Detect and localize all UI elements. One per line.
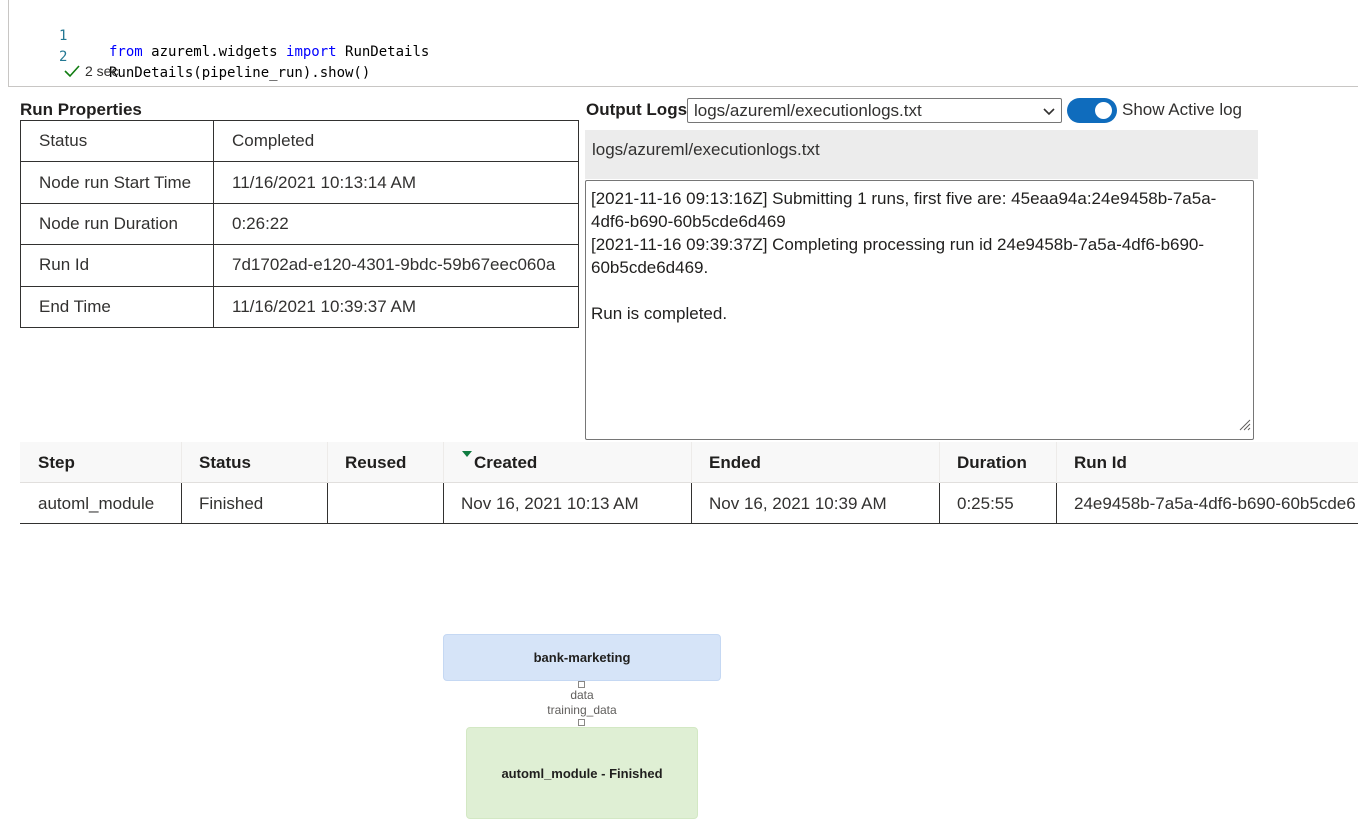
table-row: End Time 11/16/2021 10:39:37 AM (20, 285, 579, 328)
log-file-select-value: logs/azureml/executionlogs.txt (694, 100, 922, 120)
table-row[interactable]: automl_module Finished Nov 16, 2021 10:1… (20, 483, 1358, 524)
line-number: 1 (59, 28, 68, 44)
log-content: [2021-11-16 09:13:16Z] Submitting 1 runs… (591, 189, 1217, 323)
reused-cell (327, 483, 345, 524)
step-cell: automl_module (38, 493, 155, 513)
show-active-log-toggle[interactable] (1067, 98, 1117, 123)
run-properties-title: Run Properties (20, 100, 142, 119)
column-header-status[interactable]: Status (181, 442, 251, 483)
column-header-reused[interactable]: Reused (327, 442, 406, 483)
log-path: logs/azureml/executionlogs.txt (585, 130, 1258, 179)
toggle-knob (1095, 102, 1112, 119)
duration-cell: 0:25:55 (957, 493, 1014, 513)
chevron-down-icon (1043, 101, 1055, 121)
column-header-ended[interactable]: Ended (691, 442, 761, 483)
table-row: Node run Start Time 11/16/2021 10:13:14 A… (20, 161, 579, 204)
log-file-select[interactable]: logs/azureml/executionlogs.txt (687, 98, 1062, 123)
log-content-textarea[interactable]: [2021-11-16 09:13:16Z] Submitting 1 runs… (585, 180, 1254, 440)
steps-header-row: Step Status Reused Created Ended Duratio… (20, 442, 1358, 483)
keyword-from: from (109, 44, 143, 60)
table-row: Node run Duration 0:26:22 (20, 202, 579, 246)
run-properties-table: Status Completed Node run Start Time 11/16… (20, 119, 579, 328)
table-row: Run Id 7d1702ad-e120-4301-9bdc-59b67eec06… (20, 244, 579, 287)
ended-cell: Nov 16, 2021 10:39 AM (709, 493, 887, 513)
execution-status: 2 sec (64, 63, 118, 79)
checkmark-icon (64, 64, 80, 78)
edge-label-data: data (570, 688, 594, 702)
graph-node-automl-module[interactable]: automl_module - Finished (466, 727, 698, 819)
output-port (578, 681, 585, 688)
code-cell[interactable]: 1 from azureml.widgets import RunDetails… (8, 0, 1358, 87)
resize-grip-icon[interactable] (1237, 414, 1251, 437)
output-logs-title: Output Logs (586, 100, 688, 119)
show-active-log-label: Show Active log (1122, 100, 1243, 119)
graph-node-bank-marketing[interactable]: bank-marketing (443, 634, 721, 681)
code-line-1: 1 from azureml.widgets import RunDetails (59, 28, 430, 60)
column-header-step[interactable]: Step (20, 442, 75, 483)
created-cell: Nov 16, 2021 10:13 AM (461, 493, 639, 513)
input-port (578, 719, 585, 726)
code-line-2: 2 RunDetails(pipeline_run).show() (59, 49, 371, 81)
execution-time: 2 sec (85, 63, 119, 79)
status-cell: Finished (199, 493, 264, 513)
column-header-created[interactable]: Created (456, 442, 537, 483)
table-row: Status Completed (20, 119, 579, 163)
edge-label-training-data: training_data (547, 703, 617, 717)
run-id-cell: 24e9458b-7a5a-4df6-b690-60b5cde6 (1074, 493, 1356, 513)
column-header-run-id[interactable]: Run Id (1056, 442, 1127, 483)
steps-table: Step Status Reused Created Ended Duratio… (20, 442, 1358, 525)
keyword-import: import (286, 44, 337, 60)
column-header-duration[interactable]: Duration (939, 442, 1027, 483)
